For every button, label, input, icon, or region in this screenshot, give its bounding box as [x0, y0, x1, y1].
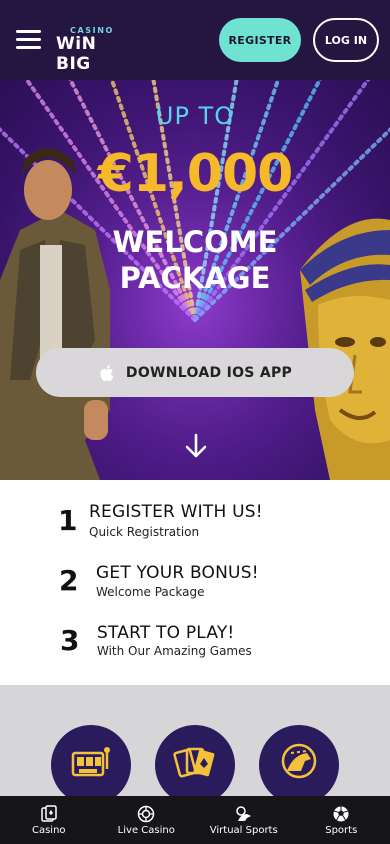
nav-item-virtual-sports[interactable]: Virtual Sports: [195, 796, 293, 844]
step-number: 1: [58, 504, 78, 537]
logo-main-text: WiN BIG: [56, 34, 97, 74]
step-title: START TO PLAY!: [97, 623, 235, 643]
step-subtitle: Welcome Package: [96, 585, 205, 599]
registration-steps: 1 REGISTER WITH US! Quick Registration 2…: [0, 480, 390, 685]
step-number: 3: [60, 624, 80, 657]
hero-bonus-amount: €1,000: [97, 144, 294, 204]
step-item: 2 GET YOUR BONUS! Welcome Package: [0, 561, 390, 611]
nav-item-live-casino[interactable]: Live Casino: [98, 796, 196, 844]
nav-label-casino: Casino: [31, 824, 66, 836]
step-title: REGISTER WITH US!: [89, 502, 263, 522]
hero-welcome-line1: WELCOME: [112, 225, 278, 259]
game-categories: [0, 685, 390, 805]
horse-racing-icon: [281, 743, 317, 779]
site-logo[interactable]: CASINO WiN BIG: [56, 26, 132, 74]
cards-icon: [41, 804, 57, 822]
soccer-ball-icon: [333, 806, 349, 821]
nav-label-virtual-sports: Virtual Sports: [209, 824, 278, 836]
nav-item-sports[interactable]: Sports: [293, 796, 390, 844]
register-button[interactable]: REGISTER: [219, 18, 301, 62]
category-slots[interactable]: [51, 725, 131, 805]
step-subtitle: Quick Registration: [89, 525, 200, 539]
hero-welcome-line2: PACKAGE: [119, 261, 271, 295]
hero-banner: UP TO €1,000 WELCOME PACKAGE DOWNLOAD IO…: [0, 80, 390, 480]
bottom-navigation: Casino Live Casino Virtual Sports Sports: [0, 796, 390, 844]
nav-label-sports: Sports: [325, 824, 358, 836]
hero-welcome-text: WELCOME PACKAGE: [0, 224, 390, 296]
apple-icon: [100, 364, 114, 381]
arrow-down-icon[interactable]: [183, 433, 209, 459]
playing-cards-icon: [173, 747, 215, 778]
step-subtitle: With Our Amazing Games: [97, 644, 252, 658]
hamburger-icon[interactable]: [16, 30, 41, 50]
step-number: 2: [59, 564, 79, 597]
category-cards[interactable]: [155, 725, 235, 805]
roulette-icon: [138, 805, 155, 822]
category-racing[interactable]: [259, 725, 339, 805]
download-ios-app-button[interactable]: DOWNLOAD IOS APP: [36, 348, 354, 397]
nav-label-live-casino: Live Casino: [117, 824, 175, 836]
virtual-sports-icon: [236, 805, 251, 821]
step-item: 1 REGISTER WITH US! Quick Registration: [0, 500, 390, 550]
login-button[interactable]: LOG IN: [313, 18, 379, 62]
hero-up-to-text: UP TO: [155, 102, 235, 130]
download-ios-app-label: DOWNLOAD IOS APP: [125, 364, 293, 381]
nav-item-casino[interactable]: Casino: [0, 796, 98, 844]
slot-machine-icon: [71, 747, 110, 777]
step-title: GET YOUR BONUS!: [96, 563, 259, 583]
top-header: CASINO WiN BIG REGISTER LOG IN: [0, 0, 390, 80]
step-item: 3 START TO PLAY! With Our Amazing Games: [0, 621, 390, 671]
